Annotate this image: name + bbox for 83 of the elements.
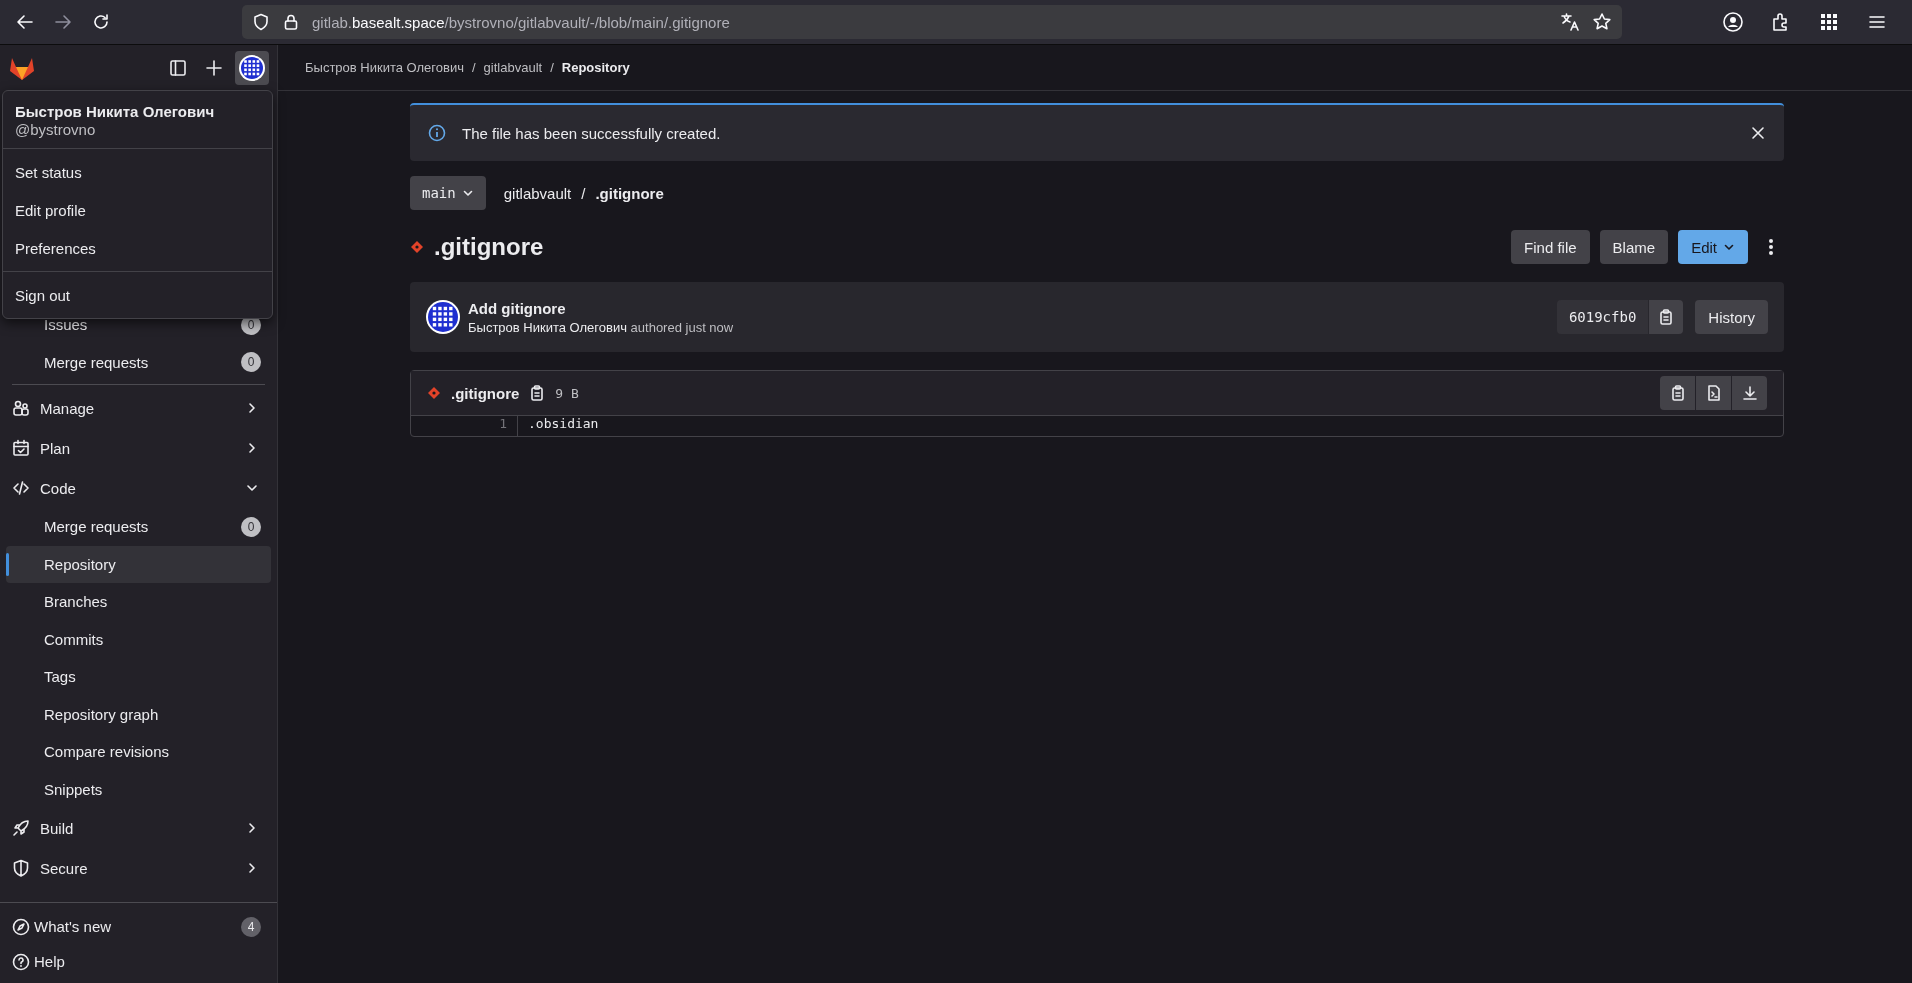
people-icon <box>12 399 30 417</box>
user-name: Быстров Никита Олегович <box>15 103 216 120</box>
sidebar-item[interactable]: Compare revisions <box>6 733 271 771</box>
avatar-icon <box>426 300 460 334</box>
copy-icon <box>1669 385 1686 401</box>
sidebar-item[interactable]: Merge requests 0 <box>6 508 271 546</box>
account-icon[interactable] <box>1722 11 1744 33</box>
count-badge: 4 <box>241 916 261 937</box>
breadcrumb-separator: / <box>550 60 554 75</box>
translate-icon[interactable] <box>1560 12 1580 32</box>
url-field[interactable]: gitlab.basealt.space/bystrovno/gitlabvault/-/blob/main/.gitignore <box>312 13 730 31</box>
alert-message: The file has been successfully created. <box>462 124 722 142</box>
commit-meta: Быстров Никита Олегович authored just now <box>468 319 735 335</box>
sidebar-section[interactable]: Code <box>6 468 271 508</box>
download-button[interactable] <box>1732 376 1767 410</box>
shield-icon <box>252 13 270 31</box>
breadcrumb-link[interactable]: Repository <box>561 60 630 75</box>
breadcrumb-link[interactable]: gitlabvault <box>483 60 543 75</box>
code-icon <box>12 479 30 497</box>
count-badge: 0 <box>241 352 261 373</box>
history-button[interactable]: History <box>1695 300 1768 334</box>
rocket-icon <box>12 819 30 837</box>
lock-icon <box>282 13 300 31</box>
reload-icon <box>92 13 110 31</box>
menu-item[interactable]: Edit profile <box>3 191 272 229</box>
forward-arrow-icon <box>54 13 72 31</box>
sidebar-section[interactable]: Manage <box>6 388 271 428</box>
kebab-menu-icon <box>1768 238 1774 256</box>
shield-icon <box>12 859 30 877</box>
info-icon <box>428 124 446 142</box>
breadcrumb-link[interactable]: Быстров Никита Олегович <box>305 60 464 75</box>
sidebar-footer-link[interactable]: Help <box>6 944 271 979</box>
action-button[interactable]: Edit <box>1678 230 1748 264</box>
path-link[interactable]: gitlabvault <box>503 184 572 202</box>
sidebar-footer-link[interactable]: What's new 4 <box>6 909 271 944</box>
help-icon <box>12 952 30 971</box>
commit-sha[interactable]: 6019cfb0 <box>1556 300 1649 334</box>
commit-title[interactable]: Add gitignore <box>468 299 1549 317</box>
file-terminal-icon <box>1705 385 1722 401</box>
bookmark-star-icon[interactable] <box>1592 12 1612 32</box>
apps-grid-icon[interactable] <box>1818 11 1840 33</box>
breadcrumb-separator: / <box>471 60 476 75</box>
line-number: 1 <box>411 416 518 436</box>
download-icon <box>1741 385 1758 401</box>
sidebar-item[interactable]: Commits <box>6 620 271 658</box>
copy-icon <box>1658 309 1675 325</box>
copy-sha-button[interactable] <box>1649 300 1684 334</box>
close-icon <box>1751 126 1765 140</box>
path-separator: / <box>581 184 586 202</box>
menu-item[interactable]: Preferences <box>3 229 272 267</box>
username: @bystrovno <box>15 121 97 138</box>
copy-path-icon[interactable] <box>529 385 546 401</box>
action-button[interactable]: Blame <box>1599 230 1669 264</box>
sidebar-item[interactable]: Tags <box>6 658 271 696</box>
compass-icon <box>12 917 30 936</box>
file-size: 9 B <box>555 385 580 401</box>
file-title: .gitignore <box>434 233 545 261</box>
sidebar-item[interactable]: Merge requests 0 <box>6 343 271 381</box>
raw-file-button[interactable] <box>1696 376 1731 410</box>
sidebar-panel-icon <box>169 59 187 77</box>
copy-contents-button[interactable] <box>1660 376 1695 410</box>
plus-icon <box>205 59 223 77</box>
sidebar-section[interactable]: Build <box>6 808 271 848</box>
menu-item[interactable]: Sign out <box>3 276 272 314</box>
back-arrow-icon <box>16 13 34 31</box>
avatar-icon <box>239 55 265 81</box>
menu-item[interactable]: Set status <box>3 153 272 191</box>
file-icon <box>410 240 424 254</box>
file-name: .gitignore <box>451 384 520 402</box>
file-icon <box>427 386 441 400</box>
calendar-icon <box>12 439 30 457</box>
sidebar-section[interactable]: Plan <box>6 428 271 468</box>
count-badge: 0 <box>241 516 261 537</box>
path-link[interactable]: .gitignore <box>595 184 664 202</box>
sidebar-item[interactable]: Repository graph <box>6 695 271 733</box>
sidebar-item[interactable]: Repository <box>6 545 271 583</box>
sidebar-item[interactable]: Branches <box>6 583 271 621</box>
action-button[interactable]: Find file <box>1511 230 1590 264</box>
sidebar-section[interactable]: Secure <box>6 848 271 888</box>
sidebar-item[interactable]: Snippets <box>6 770 271 808</box>
code-line: .obsidian <box>527 416 599 433</box>
user-avatar-button[interactable] <box>235 51 269 85</box>
branch-dropdown[interactable]: main <box>410 176 486 210</box>
